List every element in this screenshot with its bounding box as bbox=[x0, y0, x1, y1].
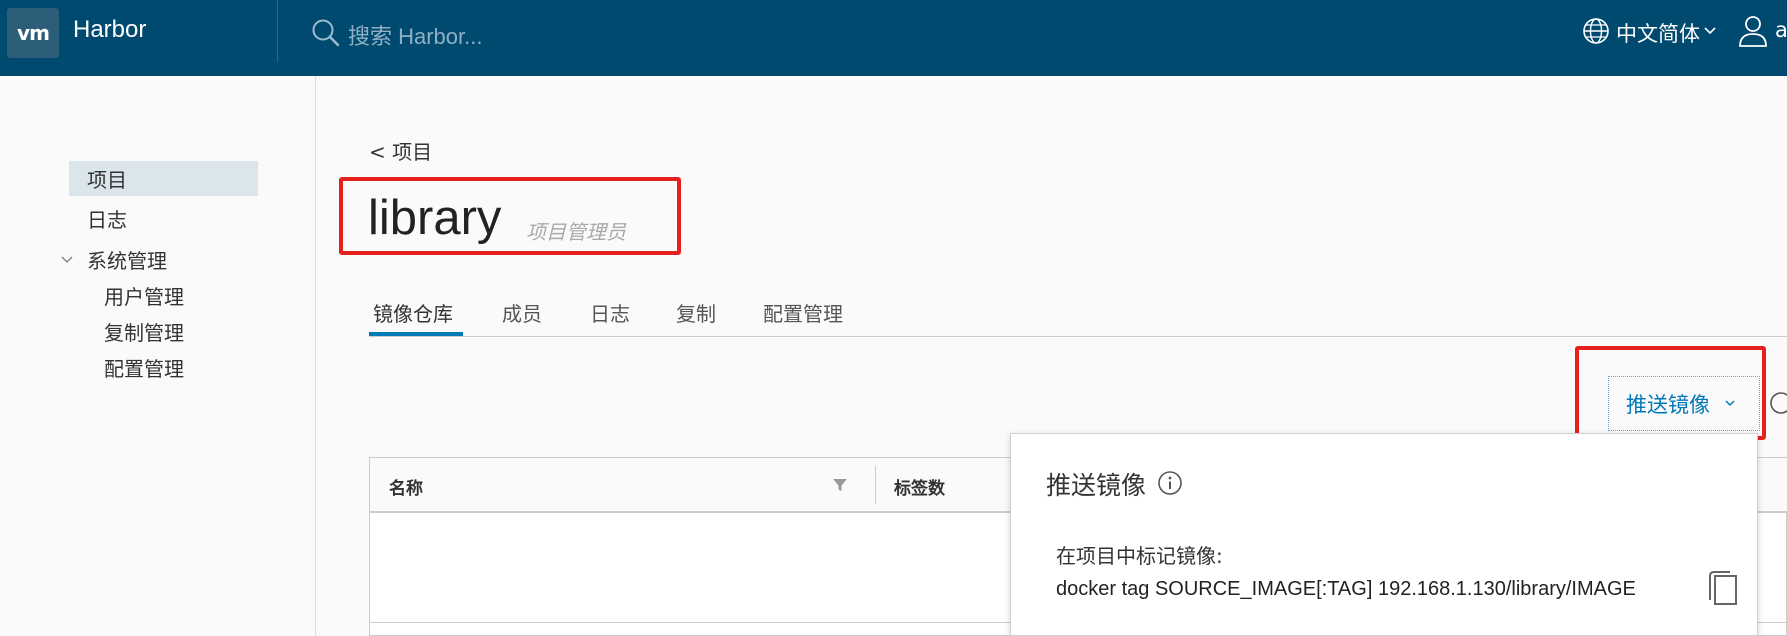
globe-icon[interactable] bbox=[1581, 16, 1611, 46]
tab-configuration[interactable]: 配置管理 bbox=[763, 298, 843, 327]
app-header: vm Harbor 搜索 Harbor... 中文简体 a bbox=[0, 0, 1787, 76]
column-divider[interactable] bbox=[875, 466, 876, 504]
filter-icon[interactable] bbox=[832, 477, 848, 493]
language-selector[interactable]: 中文简体 bbox=[1616, 18, 1700, 48]
chevron-down-icon[interactable] bbox=[60, 254, 74, 266]
info-icon[interactable] bbox=[1157, 470, 1183, 496]
search-input[interactable]: 搜索 Harbor... bbox=[348, 19, 482, 51]
panel-title: 推送镜像 bbox=[1046, 471, 1147, 500]
tab-logs[interactable]: 日志 bbox=[590, 298, 630, 327]
user-name[interactable]: a bbox=[1775, 18, 1787, 42]
header-divider bbox=[277, 0, 278, 62]
column-header-tag-count[interactable]: 标签数 bbox=[894, 474, 945, 499]
user-icon[interactable] bbox=[1738, 14, 1768, 48]
search-icon[interactable] bbox=[311, 18, 341, 48]
app-name[interactable]: Harbor bbox=[73, 16, 146, 44]
chevron-down-icon[interactable] bbox=[1703, 24, 1717, 38]
sidebar-item-user-management[interactable]: 用户管理 bbox=[104, 281, 184, 310]
sidebar-item-system-admin[interactable]: 系统管理 bbox=[87, 245, 167, 274]
tab-replication[interactable]: 复制 bbox=[676, 298, 716, 327]
copy-icon[interactable] bbox=[1706, 570, 1740, 608]
sidebar-item-logs[interactable]: 日志 bbox=[87, 204, 127, 233]
logo-text: vm bbox=[17, 21, 50, 45]
push-image-panel: 推送镜像 在项目中标记镜像: docker tag SOURCE_IMAGE[:… bbox=[1010, 433, 1758, 636]
sidebar-item-projects[interactable]: 项目 bbox=[87, 164, 127, 193]
highlight-box-push-button bbox=[1575, 346, 1766, 440]
highlight-box-title bbox=[339, 177, 681, 255]
tab-members[interactable]: 成员 bbox=[502, 298, 542, 327]
refresh-icon[interactable] bbox=[1768, 390, 1787, 416]
tab-repositories[interactable]: 镜像仓库 bbox=[373, 298, 453, 327]
sidebar-item-configuration-management[interactable]: 配置管理 bbox=[104, 353, 184, 382]
breadcrumb[interactable]: < 项目 bbox=[369, 136, 432, 165]
sidebar: 项目 日志 系统管理 用户管理 复制管理 配置管理 bbox=[0, 76, 316, 636]
panel-subtitle: 在项目中标记镜像: bbox=[1056, 544, 1223, 568]
column-header-name[interactable]: 名称 bbox=[389, 474, 423, 499]
vmware-logo[interactable]: vm bbox=[7, 8, 59, 58]
sidebar-item-replication-management[interactable]: 复制管理 bbox=[104, 317, 184, 346]
docker-tag-command: docker tag SOURCE_IMAGE[:TAG] 192.168.1.… bbox=[1056, 578, 1636, 600]
tabs-divider bbox=[369, 336, 1787, 337]
